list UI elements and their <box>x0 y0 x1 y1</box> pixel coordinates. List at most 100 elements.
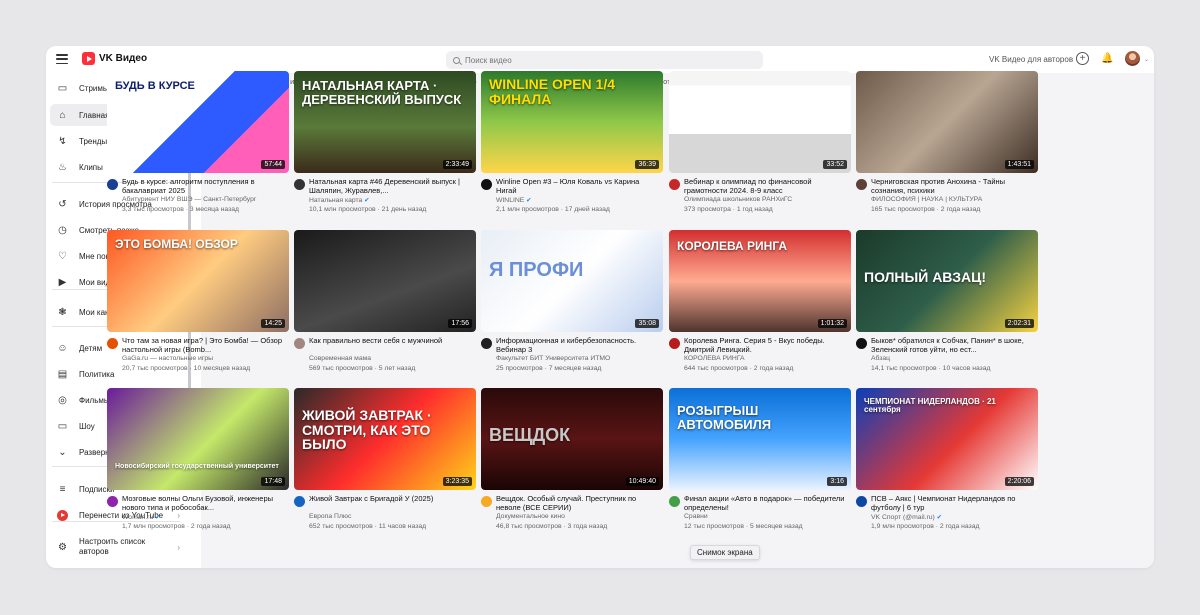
video-card[interactable]: ВЕЩДОК 10:49:40 Вещдок. Особый случай. Пре… <box>481 388 663 538</box>
channel-name[interactable]: Абзац <box>871 355 1036 362</box>
video-thumbnail[interactable]: ЖИВОЙ ЗАВТРАК · СМОТРИ, КАК ЭТО БЫЛО 3:23… <box>294 388 476 490</box>
channel-name[interactable]: Woman.ru ✔ <box>122 513 287 521</box>
channel-avatar[interactable] <box>669 179 680 190</box>
video-meta: Вещдок. Особый случай. Преступник по нев… <box>481 494 663 540</box>
video-card[interactable]: 17:56 Как правильно вести себя с мужчиной… <box>294 230 476 380</box>
channel-name[interactable]: Европа Плюс <box>309 513 474 520</box>
video-thumbnail[interactable]: 1:43:51 <box>856 71 1038 173</box>
video-thumbnail[interactable]: 17:56 <box>294 230 476 332</box>
channel-name[interactable]: Натальная карта ✔ <box>309 196 474 204</box>
video-title[interactable]: Информационная и кибербезопасность. Веби… <box>496 336 661 354</box>
bell-icon[interactable]: 🔔 <box>1101 52 1114 65</box>
channel-name[interactable]: Абитуриент НИУ ВШЭ — Санкт-Петербург <box>122 196 287 203</box>
channel-name[interactable]: КОРОЛЕВА РИНГА <box>684 355 849 362</box>
channel-avatar[interactable] <box>856 496 867 507</box>
channel-name[interactable]: ФИЛОСОФИЯ | НАУКА | КУЛЬТУРА <box>871 196 1036 203</box>
video-title[interactable]: Мозговые волны Ольги Бузовой, инженеры н… <box>122 494 287 512</box>
video-stats: 1,9 млн просмотров · 2 года назад <box>871 523 980 530</box>
video-card[interactable]: ЖИВОЙ ЗАВТРАК · СМОТРИ, КАК ЭТО БЫЛО 3:23… <box>294 388 476 538</box>
video-card[interactable]: ЭТО БОМБА! ОБЗОР 14:25 Что там за новая иг… <box>107 230 289 380</box>
chevron-down-icon[interactable]: ⌄ <box>1144 56 1149 63</box>
video-title[interactable]: Будь в курсе: алгоритм поступления в бак… <box>122 177 287 195</box>
chevron-down-icon: ⌄ <box>58 446 67 458</box>
video-thumbnail[interactable]: Я ПРОФИ 35:08 <box>481 230 663 332</box>
video-meta: Королева Ринга. Серия 5 - Вкус победы. Д… <box>669 336 851 382</box>
video-title[interactable]: Королева Ринга. Серия 5 - Вкус победы. Д… <box>684 336 849 354</box>
channel-avatar[interactable] <box>481 338 492 349</box>
video-card[interactable]: БУДЬ В КУРСЕ 57:44 Будь в курсе: алгоритм … <box>107 71 289 221</box>
video-thumbnail[interactable]: ЭТО БОМБА! ОБЗОР 14:25 <box>107 230 289 332</box>
menu-icon[interactable] <box>56 53 68 65</box>
search-box[interactable] <box>446 51 763 69</box>
video-title[interactable]: ПСВ – Аякс | Чемпионат Нидерландов по фу… <box>871 494 1036 512</box>
channel-avatar[interactable] <box>481 179 492 190</box>
video-thumbnail[interactable]: WINLINE OPEN 1/4 ФИНАЛА 36:39 <box>481 71 663 173</box>
video-meta: Winline Open #3 – Юля Коваль vs Карина Н… <box>481 177 663 223</box>
channel-name[interactable]: GaGa.ru — настольные игры <box>122 355 287 362</box>
video-meta: Черниговская против Анохина - Тайны созн… <box>856 177 1038 223</box>
video-title[interactable]: Натальная карта #46 Деревенский выпуск |… <box>309 177 474 195</box>
channel-name[interactable]: WINLINE ✔ <box>496 196 661 204</box>
video-title[interactable]: Черниговская против Анохина - Тайны созн… <box>871 177 1036 195</box>
video-stats: 1,7 млн просмотров · 2 года назад <box>122 523 231 530</box>
channel-name-text: ФИЛОСОФИЯ | НАУКА | КУЛЬТУРА <box>871 196 983 203</box>
video-card[interactable]: НАТАЛЬНАЯ КАРТА · ДЕРЕВЕНСКИЙ ВЫПУСК 2:33… <box>294 71 476 221</box>
video-card[interactable]: 1:43:51 Черниговская против Анохина - Тай… <box>856 71 1038 221</box>
video-title[interactable]: Быков* обратился к Собчак, Панин* в шоке… <box>871 336 1036 354</box>
video-thumbnail[interactable]: КОРОЛЕВА РИНГА 1:01:32 <box>669 230 851 332</box>
channel-name[interactable]: Олимпиада школьников РАНХиГС <box>684 196 849 203</box>
video-title[interactable]: Вещдок. Особый случай. Преступник по нев… <box>496 494 661 512</box>
channel-name[interactable]: Сравни <box>684 513 849 520</box>
channel-name[interactable]: Современная мама <box>309 355 474 362</box>
sidebar-item-label: Главная <box>79 110 110 120</box>
video-title[interactable]: Winline Open #3 – Юля Коваль vs Карина Н… <box>496 177 661 195</box>
channel-avatar[interactable] <box>107 338 118 349</box>
video-card[interactable]: КОРОЛЕВА РИНГА 1:01:32 Королева Ринга. Сер… <box>669 230 851 380</box>
video-stats: 12 тыс просмотров · 5 месяцев назад <box>684 523 803 530</box>
video-card[interactable]: ЧЕМПИОНАТ НИДЕРЛАНДОВ · 21 сентября 2:20:… <box>856 388 1038 538</box>
logo[interactable]: VK Видео <box>82 52 147 65</box>
video-thumbnail[interactable]: ЧЕМПИОНАТ НИДЕРЛАНДОВ · 21 сентября 2:20:… <box>856 388 1038 490</box>
channel-avatar[interactable] <box>669 338 680 349</box>
video-thumbnail[interactable]: РОЗЫГРЫШ АВТОМОБИЛЯ 3:16 <box>669 388 851 490</box>
video-thumbnail[interactable]: 33:52 <box>669 71 851 173</box>
logo-text: VK Видео <box>99 53 148 64</box>
channel-avatar[interactable] <box>669 496 680 507</box>
video-title[interactable]: Живой Завтрак с Бригадой У (2025) <box>309 494 474 503</box>
channel-avatar[interactable] <box>481 496 492 507</box>
duration-badge: 17:56 <box>448 319 472 328</box>
video-title[interactable]: Финал акции «Авто в подарок» — победител… <box>684 494 849 512</box>
video-title[interactable]: Вебинар к олимпиад по финансовой грамотн… <box>684 177 849 195</box>
channel-avatar[interactable] <box>107 179 118 190</box>
search-input[interactable] <box>465 55 745 65</box>
channel-avatar[interactable] <box>294 179 305 190</box>
upload-plus-icon[interactable]: + <box>1076 52 1089 65</box>
video-card[interactable]: Новосибирский государственный университе… <box>107 388 289 538</box>
video-card[interactable]: Я ПРОФИ 35:08 Информационная и кибербезопа… <box>481 230 663 380</box>
video-title[interactable]: Как правильно вести себя с мужчиной <box>309 336 474 345</box>
politics-icon: ▤ <box>57 368 68 380</box>
channel-name-text: Современная мама <box>309 355 372 362</box>
video-thumbnail[interactable]: ПОЛНЫЙ АВЗАЦ! 2:02:31 <box>856 230 1038 332</box>
avatar[interactable] <box>1125 51 1140 66</box>
video-thumbnail[interactable]: Новосибирский государственный университе… <box>107 388 289 490</box>
video-card[interactable]: 33:52 Вебинар к олимпиад по финансовой гр… <box>669 71 851 221</box>
channel-avatar[interactable] <box>856 338 867 349</box>
for-authors-link[interactable]: VK Видео для авторов <box>989 55 1073 64</box>
video-thumbnail[interactable]: ВЕЩДОК 10:49:40 <box>481 388 663 490</box>
channel-avatar[interactable] <box>294 338 305 349</box>
channel-avatar[interactable] <box>107 496 118 507</box>
channel-avatar[interactable] <box>294 496 305 507</box>
video-stats: 165 тыс просмотров · 2 года назад <box>871 206 981 213</box>
channel-name[interactable]: VK Спорт (@mail.ru) ✔ <box>871 513 1036 521</box>
channel-name[interactable]: Документальное кино <box>496 513 661 520</box>
video-card[interactable]: WINLINE OPEN 1/4 ФИНАЛА 36:39 Winline Open… <box>481 71 663 221</box>
video-thumbnail[interactable]: БУДЬ В КУРСЕ 57:44 <box>107 71 289 173</box>
screenshot-tooltip: Снимок экрана <box>690 545 760 560</box>
channel-name[interactable]: Факультет БИТ Университета ИТМО <box>496 355 661 362</box>
video-thumbnail[interactable]: НАТАЛЬНАЯ КАРТА · ДЕРЕВЕНСКИЙ ВЫПУСК 2:33… <box>294 71 476 173</box>
video-card[interactable]: РОЗЫГРЫШ АВТОМОБИЛЯ 3:16 Финал акции «Авто… <box>669 388 851 538</box>
video-title[interactable]: Что там за новая игра? | Это Бомба! — Об… <box>122 336 287 354</box>
video-card[interactable]: ПОЛНЫЙ АВЗАЦ! 2:02:31 Быков* обратился к С… <box>856 230 1038 380</box>
channel-avatar[interactable] <box>856 179 867 190</box>
